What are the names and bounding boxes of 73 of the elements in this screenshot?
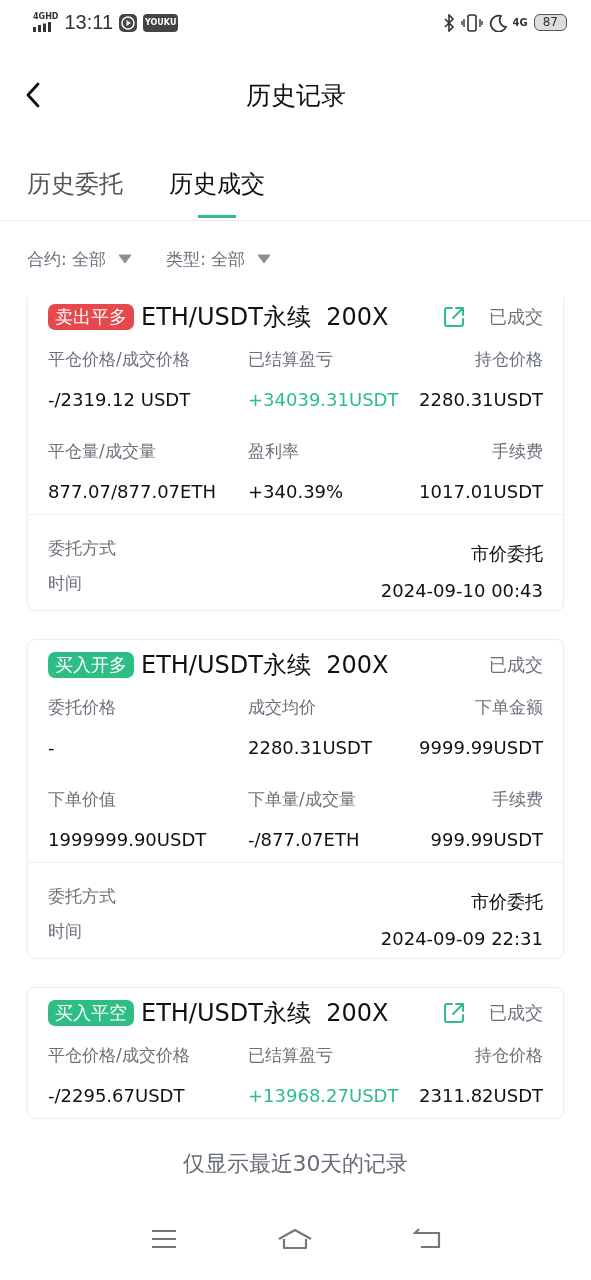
field-label: 下单金额 [474, 695, 543, 719]
field-value: 2024-09-09 22:31 [380, 928, 543, 949]
order-status: 已成交 [489, 1001, 543, 1025]
field-label: 平仓量/成交量 [48, 439, 157, 463]
field-label: 已结算盈亏 [248, 1043, 334, 1067]
field-value: +340.39% [248, 479, 345, 504]
back-button[interactable] [25, 82, 41, 108]
side-tag: 买入平空 [48, 1000, 134, 1026]
field-label: 手续费 [491, 439, 543, 463]
field-label: 委托方式 [48, 537, 116, 560]
footer-note: 仅显示最近30天的记录 [181, 1150, 410, 1178]
field-label: 盈利率 [248, 439, 300, 463]
vibrate-icon [460, 13, 483, 32]
nav-back-button[interactable] [413, 1226, 442, 1251]
play-icon [119, 13, 138, 32]
field-label: 持仓价格 [474, 347, 543, 371]
field-label: 下单价值 [48, 787, 117, 811]
field-value: 2024-09-10 00:43 [380, 580, 543, 601]
tab[interactable]: 历史成交 [169, 145, 265, 220]
side-tag: 买入开多 [48, 652, 134, 678]
share-icon[interactable] [442, 1001, 466, 1025]
field-value: 2280.31USDT [248, 735, 373, 760]
signal-icon [33, 22, 53, 32]
field-value: 市价委托 [471, 542, 543, 566]
field-label: 时间 [48, 920, 82, 943]
field-value: 9999.99USDT [419, 735, 543, 760]
order-status: 已成交 [489, 653, 543, 677]
field-value: 2311.82USDT [419, 1083, 543, 1108]
field-value: 1999999.90USDT [48, 827, 208, 852]
field-value: +13968.27USDT [248, 1083, 400, 1108]
field-label: 平仓价格/成交价格 [48, 347, 191, 371]
field-value: -/2295.67USDT [48, 1083, 186, 1108]
field-label: 平仓价格/成交价格 [48, 1043, 191, 1067]
field-label: 手续费 [491, 787, 543, 811]
field-value: 市价委托 [471, 890, 543, 914]
side-tag: 卖出平多 [48, 304, 134, 330]
back-icon [413, 1226, 442, 1251]
field-label: 已结算盈亏 [248, 347, 334, 371]
field-label: 下单量/成交量 [248, 787, 357, 811]
caret-icon [118, 254, 133, 264]
moon-icon [488, 13, 507, 32]
filter-dropdown[interactable]: 合约: 全部 [27, 247, 133, 271]
field-value: -/2319.12 USDT [48, 387, 192, 412]
field-label: 委托方式 [48, 885, 116, 908]
filter-dropdown[interactable]: 类型: 全部 [166, 247, 272, 271]
field-label: 持仓价格 [474, 1043, 543, 1067]
contract-name: ETH/USDT永续 200X [141, 650, 390, 681]
home-icon [277, 1226, 314, 1251]
field-value: - [48, 735, 56, 760]
share-icon[interactable] [442, 305, 466, 329]
battery-indicator: 87 [533, 14, 567, 31]
field-value: 2280.31USDT [419, 387, 543, 412]
contract-name: ETH/USDT永续 200X [141, 998, 390, 1029]
field-label: 成交均价 [248, 695, 317, 719]
field-value: 877.07/877.07ETH [48, 479, 217, 504]
app-icon: YOUKU [143, 13, 179, 32]
bluetooth-icon [442, 13, 455, 32]
network-label: 4GHD [33, 13, 59, 21]
page-title: 历史记录 [245, 79, 346, 112]
back-icon [25, 82, 41, 108]
nav-home-button[interactable] [277, 1226, 314, 1251]
field-value: +34039.31USDT [248, 387, 400, 412]
caret-icon [257, 254, 272, 264]
field-value: 999.99USDT [429, 827, 543, 852]
field-value: 1017.01USDT [419, 479, 543, 504]
field-label: 委托价格 [48, 695, 117, 719]
contract-name: ETH/USDT永续 200X [141, 302, 390, 333]
clock-time: 13:11 [64, 11, 114, 34]
order-status: 已成交 [489, 305, 543, 329]
field-value: -/877.07ETH [248, 827, 361, 852]
network-label: 4G [512, 17, 528, 28]
field-label: 时间 [48, 572, 82, 595]
tab[interactable]: 历史委托 [27, 145, 123, 220]
